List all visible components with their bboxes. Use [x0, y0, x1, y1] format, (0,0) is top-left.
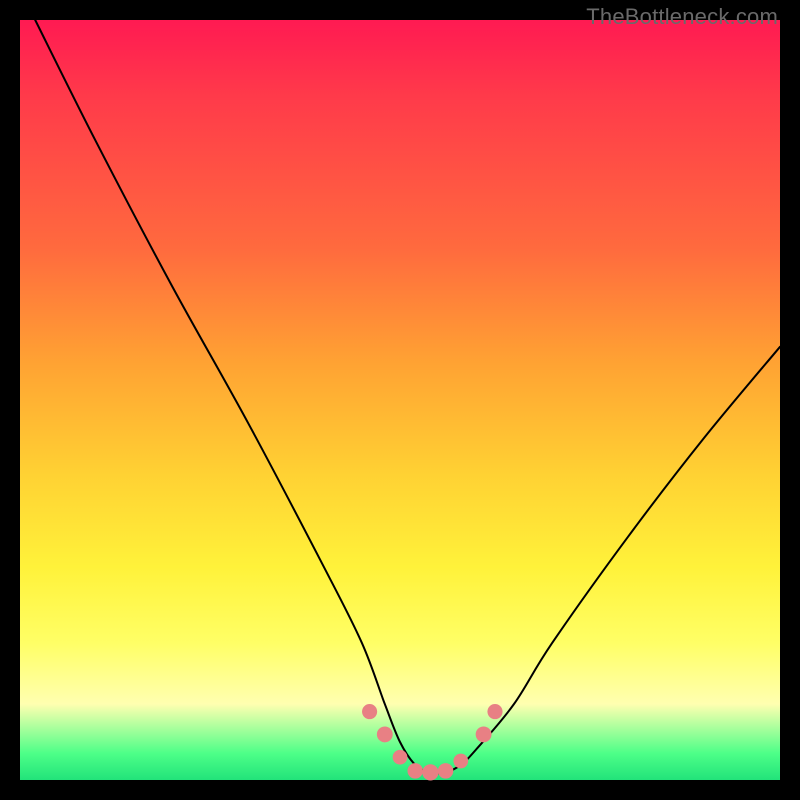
- watermark-text: TheBottleneck.com: [586, 4, 778, 30]
- curve-marker: [393, 750, 408, 765]
- chart-frame: TheBottleneck.com: [0, 0, 800, 800]
- curve-marker: [362, 704, 377, 719]
- curve-marker: [476, 726, 492, 742]
- bottleneck-curve: [35, 20, 780, 773]
- curve-marker: [438, 763, 453, 778]
- curve-marker: [377, 726, 393, 742]
- curve-marker: [453, 754, 468, 769]
- curve-marker: [407, 763, 422, 778]
- curve-layer: [20, 20, 780, 780]
- curve-marker: [422, 764, 438, 780]
- curve-marker: [487, 704, 502, 719]
- plot-area: [20, 20, 780, 780]
